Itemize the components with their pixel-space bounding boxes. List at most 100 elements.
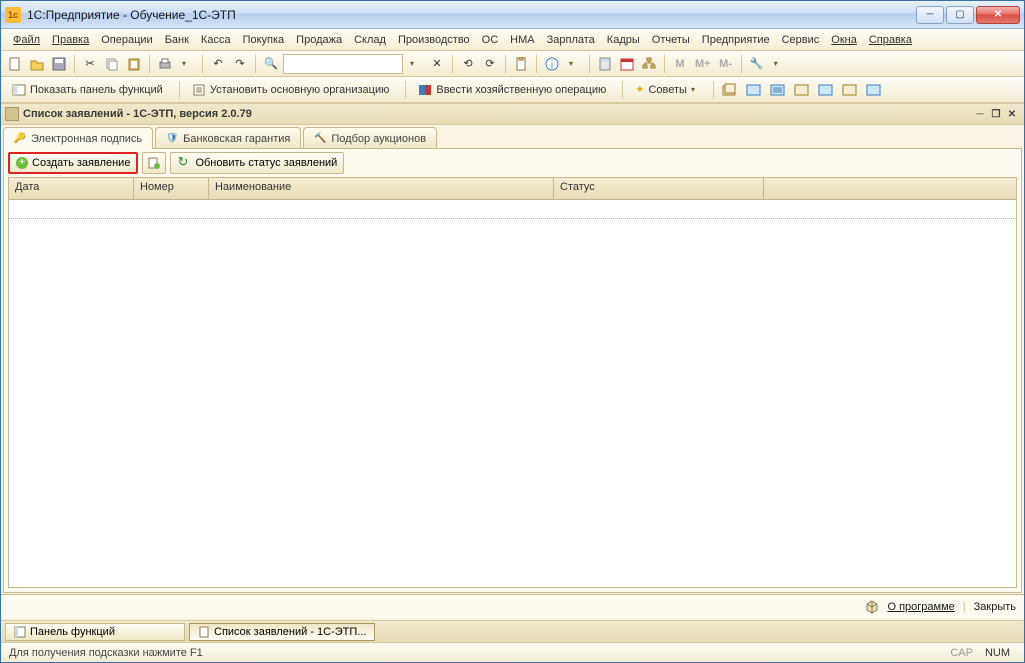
menu-purchase[interactable]: Покупка	[237, 32, 291, 48]
refresh-list-button[interactable]	[142, 152, 166, 174]
num-indicator: NUM	[979, 647, 1016, 659]
tab-auction[interactable]: 🔨 Подбор аукционов	[303, 127, 437, 149]
icon-btn-7[interactable]	[863, 80, 885, 100]
undo-icon[interactable]: ↶	[208, 54, 228, 74]
shield-icon: 🛡	[166, 133, 178, 145]
redo-icon[interactable]: ↷	[230, 54, 250, 74]
app-icon: 1c	[5, 7, 21, 23]
save-icon[interactable]	[49, 54, 69, 74]
tools-dd-icon[interactable]: ▾	[769, 54, 789, 74]
document-title: Список заявлений - 1С-ЭТП, версия 2.0.79	[23, 108, 252, 120]
taskbar-fn-panel[interactable]: Панель функций	[5, 623, 185, 641]
icon-btn-5[interactable]	[815, 80, 837, 100]
search-clear-icon[interactable]: ✕	[427, 54, 447, 74]
hammer-icon: 🔨	[314, 133, 326, 145]
plus-icon: +	[16, 157, 28, 169]
minimize-button[interactable]: ─	[916, 6, 944, 24]
m-icon[interactable]: M	[670, 54, 690, 74]
cube-icon	[865, 600, 879, 614]
search-dd-icon[interactable]: ▾	[405, 54, 425, 74]
menu-windows[interactable]: Окна	[825, 32, 863, 48]
open-icon[interactable]	[27, 54, 47, 74]
nav-fwd-icon[interactable]: ⟳	[480, 54, 500, 74]
toolbar-main: ✂ ▾ ↶ ↷ 🔍 ▾ ✕ ⟲ ⟳ i ▾ M M+ M- 🔧 ▾	[1, 51, 1024, 77]
search-input[interactable]	[283, 54, 403, 74]
cap-indicator: CAP	[944, 647, 979, 659]
calendar-icon[interactable]	[617, 54, 637, 74]
about-link[interactable]: О программе	[887, 601, 954, 613]
col-number[interactable]: Номер	[134, 178, 209, 199]
tab-row: 🔑 Электронная подпись 🛡 Банковская гаран…	[1, 125, 1024, 149]
menu-reports[interactable]: Отчеты	[646, 32, 696, 48]
menu-enterprise[interactable]: Предприятие	[696, 32, 776, 48]
calc-icon[interactable]	[595, 54, 615, 74]
col-status[interactable]: Статус	[554, 178, 764, 199]
toolbar-secondary: Показать панель функций Установить основ…	[1, 77, 1024, 103]
maximize-button[interactable]: ▢	[946, 6, 974, 24]
col-date[interactable]: Дата	[9, 178, 134, 199]
menu-bank[interactable]: Банк	[159, 32, 195, 48]
update-status-button[interactable]: Обновить статус заявлений	[170, 152, 344, 174]
org-struct-icon[interactable]	[639, 54, 659, 74]
print-dd-icon[interactable]: ▾	[177, 54, 197, 74]
new-doc-icon[interactable]	[5, 54, 25, 74]
menu-sale[interactable]: Продажа	[290, 32, 348, 48]
menu-service[interactable]: Сервис	[776, 32, 826, 48]
doc-minimize-button[interactable]: ─	[972, 107, 988, 121]
set-main-org-button[interactable]: Установить основную организацию	[185, 80, 401, 100]
info-dd-icon[interactable]: ▾	[564, 54, 584, 74]
icon-btn-2[interactable]	[743, 80, 765, 100]
m-plus-icon[interactable]: M+	[692, 54, 714, 74]
clipboard-icon[interactable]	[511, 54, 531, 74]
applications-table: Дата Номер Наименование Статус	[8, 177, 1017, 588]
cut-icon[interactable]: ✂	[80, 54, 100, 74]
taskbar: Панель функций Список заявлений - 1С-ЭТП…	[1, 620, 1024, 642]
menu-production[interactable]: Производство	[392, 32, 476, 48]
close-button[interactable]: ✕	[976, 6, 1020, 24]
table-body[interactable]	[9, 200, 1016, 587]
taskbar-doc[interactable]: Список заявлений - 1С-ЭТП...	[189, 623, 375, 641]
tools-icon[interactable]: 🔧	[747, 54, 767, 74]
icon-btn-1[interactable]	[719, 80, 741, 100]
close-link[interactable]: Закрыть	[974, 601, 1016, 613]
menu-salary[interactable]: Зарплата	[541, 32, 601, 48]
print-icon[interactable]	[155, 54, 175, 74]
menu-file[interactable]: Файл	[7, 32, 46, 48]
doc-icon	[5, 107, 19, 121]
key-icon: 🔑	[14, 133, 26, 145]
icon-btn-6[interactable]	[839, 80, 861, 100]
content-toolbar: + Создать заявление Обновить статус заяв…	[4, 149, 1021, 177]
doc-close-button[interactable]: ✕	[1004, 107, 1020, 121]
m-minus-icon[interactable]: M-	[716, 54, 736, 74]
tab-esign[interactable]: 🔑 Электронная подпись	[3, 127, 153, 149]
tips-button[interactable]: ✦ Советы ▾	[628, 80, 708, 100]
menu-warehouse[interactable]: Склад	[348, 32, 392, 48]
copy-icon[interactable]	[102, 54, 122, 74]
icon-btn-3[interactable]	[767, 80, 789, 100]
icon-btn-4[interactable]	[791, 80, 813, 100]
info-icon[interactable]: i	[542, 54, 562, 74]
menu-help[interactable]: Справка	[863, 32, 918, 48]
list-refresh-icon	[147, 156, 161, 170]
col-empty[interactable]	[764, 178, 1016, 199]
panel-icon	[14, 626, 26, 638]
doc-restore-button[interactable]: ❐	[988, 107, 1004, 121]
menu-cash[interactable]: Касса	[195, 32, 237, 48]
menubar: Файл Правка Операции Банк Касса Покупка …	[1, 29, 1024, 51]
menu-hr[interactable]: Кадры	[601, 32, 646, 48]
menu-operations[interactable]: Операции	[95, 32, 158, 48]
show-fn-panel-button[interactable]: Показать панель функций	[5, 80, 174, 100]
col-name[interactable]: Наименование	[209, 178, 554, 199]
search-icon[interactable]: 🔍	[261, 54, 281, 74]
menu-os[interactable]: ОС	[476, 32, 505, 48]
menu-nma[interactable]: НМА	[504, 32, 540, 48]
create-application-button[interactable]: + Создать заявление	[8, 152, 138, 174]
menu-edit[interactable]: Правка	[46, 32, 95, 48]
nav-back-icon[interactable]: ⟲	[458, 54, 478, 74]
document-titlebar: Список заявлений - 1С-ЭТП, версия 2.0.79…	[1, 103, 1024, 125]
tab-bank-guarantee[interactable]: 🛡 Банковская гарантия	[155, 127, 301, 149]
svg-text:i: i	[551, 60, 553, 71]
enter-hoz-op-button[interactable]: Ввести хозяйственную операцию	[411, 80, 617, 100]
paste-icon[interactable]	[124, 54, 144, 74]
status-hint: Для получения подсказки нажмите F1	[9, 647, 203, 659]
